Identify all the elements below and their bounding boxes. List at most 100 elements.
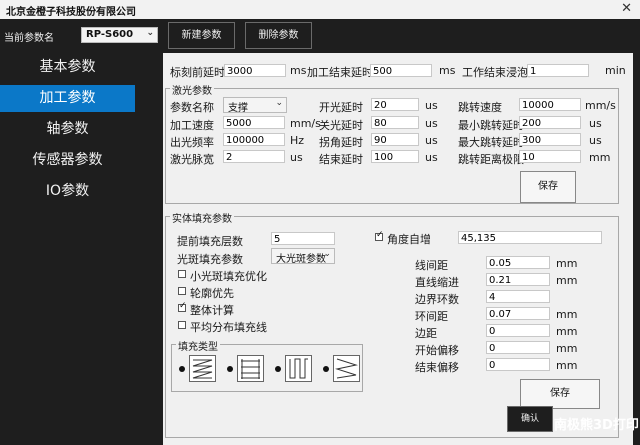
mark-before-label: 标刻前延时	[170, 66, 225, 79]
line-spacing-label: 线间距	[415, 259, 448, 272]
freq-field[interactable]: 100000	[223, 133, 285, 146]
ring-spacing-label: 环间距	[415, 310, 448, 323]
spot-param-value: 大光斑参数	[276, 254, 326, 265]
end-delay-unit: us	[425, 151, 438, 164]
shrink-unit: mm	[556, 274, 578, 287]
laser-group-title: 激光参数	[170, 82, 214, 97]
even-dist-checkbox[interactable]	[178, 321, 186, 329]
line-spacing-unit: mm	[556, 257, 578, 270]
fill-group-title: 实体填充参数	[170, 210, 234, 225]
jump-speed-unit: mm/s	[585, 99, 616, 112]
on-delay-unit: us	[425, 99, 438, 112]
fill-save-button[interactable]: 保存	[520, 379, 600, 409]
spot-param-select[interactable]: 大光斑参数 ⌄	[271, 248, 335, 265]
end-offset-label: 结束偏移	[415, 361, 459, 374]
mark-before-field[interactable]: 3000	[224, 64, 286, 77]
end-offset-unit: mm	[556, 359, 578, 372]
jump-speed-label: 跳转速度	[458, 101, 502, 114]
sidebar-item-process[interactable]: 加工参数	[0, 85, 135, 112]
zigzag-fill-icon[interactable]	[189, 355, 216, 382]
laser-save-button[interactable]: 保存	[520, 171, 576, 203]
speed-field[interactable]: 5000	[223, 116, 285, 129]
close-icon[interactable]: ✕	[621, 1, 632, 16]
contour-first-checkbox[interactable]	[178, 287, 186, 295]
max-jump-unit: us	[589, 134, 602, 147]
confirm-button[interactable]: 确认	[507, 406, 553, 432]
layers-label: 提前填充层数	[177, 235, 243, 248]
bidirectional-fill-icon[interactable]	[237, 355, 264, 382]
new-param-button[interactable]: 新建参数	[168, 22, 235, 49]
sidebar-item-axis[interactable]: 轴参数	[0, 116, 135, 143]
start-offset-label: 开始偏移	[415, 344, 459, 357]
top-toolbar: 当前参数名 RP-S600 ⌄ 新建参数 删除参数	[0, 19, 640, 53]
process-end-field[interactable]: 500	[370, 64, 432, 77]
small-spot-label: 小光斑填充优化	[190, 270, 267, 283]
on-delay-label: 开光延时	[319, 101, 363, 114]
jump-limit-field[interactable]: 10	[519, 150, 581, 163]
param-select[interactable]: RP-S600 ⌄	[81, 27, 158, 43]
fill-type-radio-2[interactable]	[227, 366, 233, 372]
even-dist-label: 平均分布填充线	[190, 321, 267, 334]
jump-speed-field[interactable]: 10000	[519, 98, 581, 111]
pulse-label: 激光脉宽	[170, 153, 214, 166]
serpentine-fill-icon[interactable]	[285, 355, 312, 382]
end-delay-label: 结束延时	[319, 153, 363, 166]
fill-type-radio-1[interactable]	[179, 366, 185, 372]
soak-unit: min	[605, 64, 626, 77]
chevron-down-icon: ⌄	[275, 98, 283, 108]
start-offset-unit: mm	[556, 342, 578, 355]
off-delay-field[interactable]: 80	[371, 116, 419, 129]
window-title: 北京金橙子科技股份有限公司	[6, 7, 136, 18]
corner-delay-field[interactable]: 90	[371, 133, 419, 146]
layers-field[interactable]: 5	[271, 232, 335, 245]
max-jump-field[interactable]: 300	[519, 133, 581, 146]
end-delay-field[interactable]: 100	[371, 150, 419, 163]
off-delay-unit: us	[425, 117, 438, 130]
margin-field[interactable]: 0	[486, 324, 550, 337]
pulse-unit: us	[290, 151, 303, 164]
diagonal-fill-icon[interactable]	[333, 355, 360, 382]
delete-param-button[interactable]: 删除参数	[245, 22, 312, 49]
min-jump-unit: us	[589, 117, 602, 130]
jump-limit-label: 跳转距离极限	[458, 153, 524, 166]
angle-auto-checkbox[interactable]	[375, 230, 384, 241]
ring-spacing-field[interactable]: 0.07	[486, 307, 550, 320]
min-jump-field[interactable]: 200	[519, 116, 581, 129]
sidebar-item-basic[interactable]: 基本参数	[0, 54, 135, 81]
sidebar-item-io[interactable]: IO参数	[0, 178, 135, 205]
watermark: 南极熊3D打印	[554, 418, 639, 433]
on-delay-field[interactable]: 20	[371, 98, 419, 111]
start-offset-field[interactable]: 0	[486, 341, 550, 354]
sidebar: 基本参数 加工参数 轴参数 传感器参数 IO参数	[0, 53, 135, 445]
chevron-down-icon: ⌄	[323, 249, 331, 259]
pulse-field[interactable]: 2	[223, 150, 285, 163]
line-spacing-field[interactable]: 0.05	[486, 256, 550, 269]
laser-param-value: 支撑	[228, 103, 248, 114]
small-spot-checkbox[interactable]	[178, 270, 186, 278]
end-offset-field[interactable]: 0	[486, 358, 550, 371]
process-end-label: 加工结束延时	[307, 66, 373, 79]
fill-type-radio-4[interactable]	[323, 366, 329, 372]
margin-unit: mm	[556, 325, 578, 338]
fill-type-radio-3[interactable]	[275, 366, 281, 372]
off-delay-label: 关光延时	[319, 119, 363, 132]
mark-before-unit: ms	[290, 64, 307, 77]
overall-calc-checkbox[interactable]	[178, 301, 187, 312]
fill-type-title: 填充类型	[176, 338, 220, 353]
chevron-down-icon: ⌄	[146, 28, 154, 38]
border-rings-label: 边界环数	[415, 293, 459, 306]
param-select-value: RP-S600	[86, 29, 134, 40]
shrink-field[interactable]: 0.21	[486, 273, 550, 286]
angle-auto-label: 角度自增	[387, 233, 431, 246]
angle-field[interactable]: 45,135	[458, 231, 602, 244]
ring-spacing-unit: mm	[556, 308, 578, 321]
laser-param-select[interactable]: 支撑 ⌄	[223, 97, 287, 114]
speed-label: 加工速度	[170, 119, 214, 132]
corner-delay-label: 拐角延时	[319, 136, 363, 149]
sidebar-item-sensor[interactable]: 传感器参数	[0, 147, 135, 174]
title-bar: 北京金橙子科技股份有限公司 ✕	[0, 0, 640, 19]
soak-field[interactable]: 1	[527, 64, 589, 77]
min-jump-label: 最小跳转延时	[458, 119, 524, 132]
border-rings-field[interactable]: 4	[486, 290, 550, 303]
margin-label: 边距	[415, 327, 437, 340]
